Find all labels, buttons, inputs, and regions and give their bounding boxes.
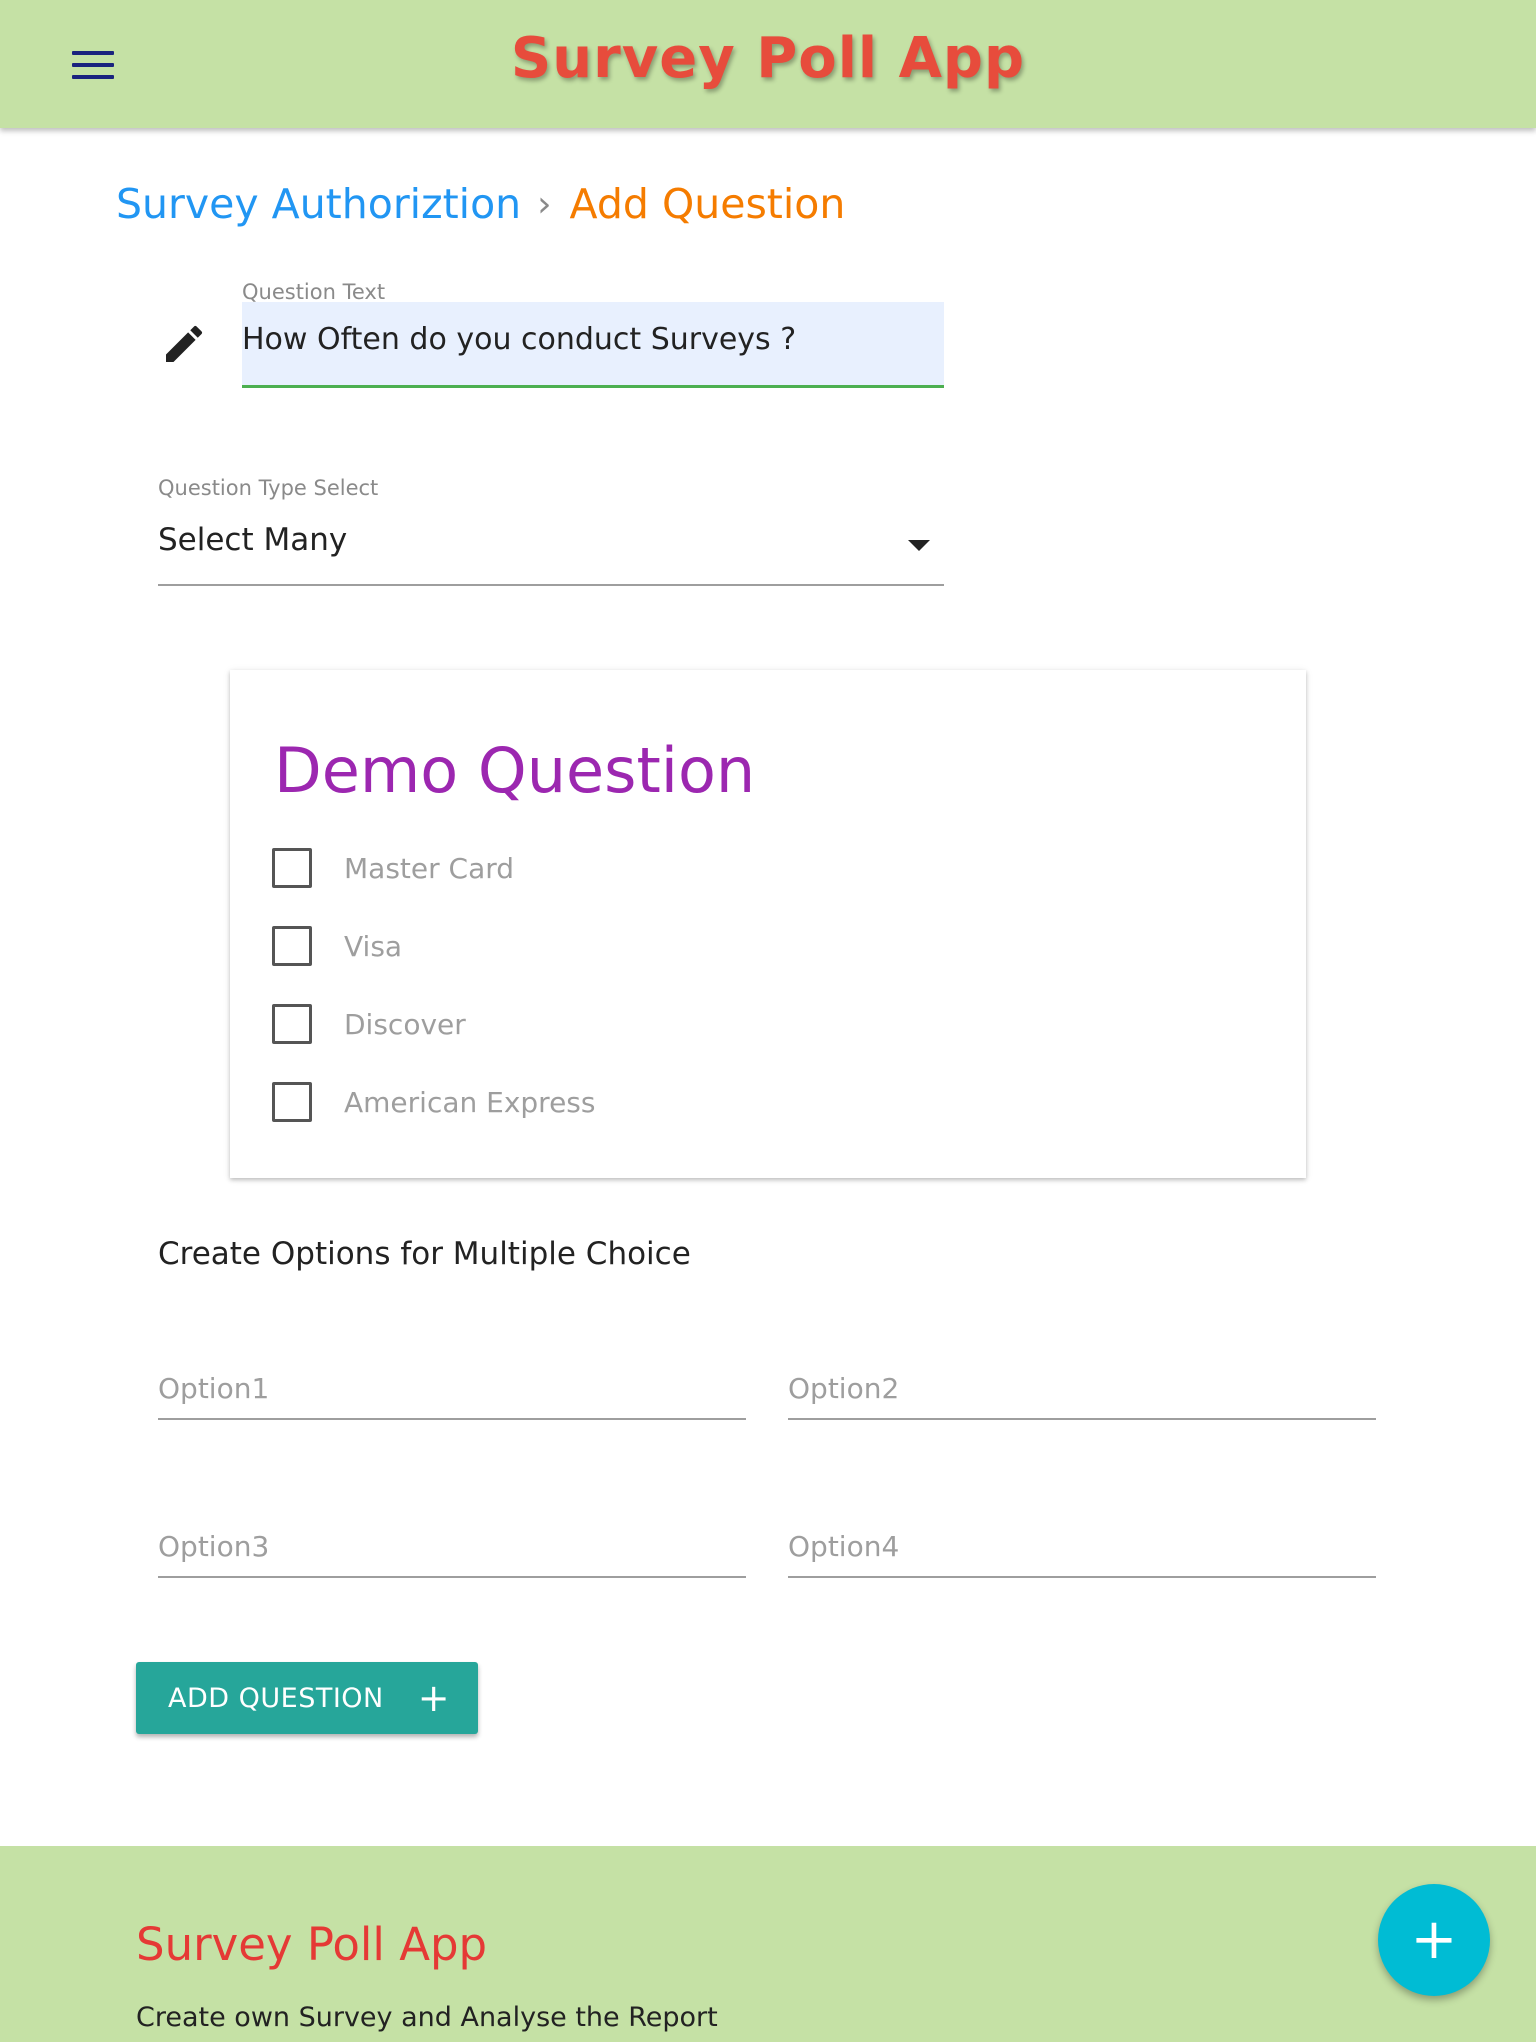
demo-option-visa[interactable]: Visa (272, 924, 402, 968)
breadcrumb-survey-authorization[interactable]: Survey Authoriztion (116, 180, 521, 228)
demo-question-card: Demo Question Master Card Visa Discover … (230, 670, 1306, 1178)
option3-input[interactable] (158, 1516, 746, 1578)
footer-title: Survey Poll App (136, 1918, 488, 1971)
question-text-label: Question Text (242, 280, 386, 304)
page: Survey Poll App Survey Authoriztion › Ad… (0, 0, 1536, 2042)
plus-icon: + (1410, 1907, 1458, 1972)
demo-option-label: Discover (344, 1007, 466, 1041)
option2-input[interactable] (788, 1358, 1376, 1420)
demo-question-title: Demo Question (274, 734, 756, 807)
caret-down-icon (908, 540, 930, 551)
demo-option-master-card[interactable]: Master Card (272, 846, 514, 890)
checkbox[interactable] (272, 926, 312, 966)
checkbox[interactable] (272, 848, 312, 888)
checkbox[interactable] (272, 1004, 312, 1044)
plus-icon: + (417, 1676, 451, 1720)
option4-input[interactable] (788, 1516, 1376, 1578)
option1-input[interactable] (158, 1358, 746, 1420)
app-header: Survey Poll App (0, 0, 1536, 128)
chevron-right-icon: › (537, 183, 552, 225)
app-footer: Survey Poll App Create own Survey and An… (0, 1846, 1536, 2042)
demo-option-label: Visa (344, 929, 403, 963)
demo-option-american-express[interactable]: American Express (272, 1080, 595, 1124)
add-question-label: ADD QUESTION (168, 1682, 384, 1714)
demo-option-label: Master Card (344, 851, 515, 885)
question-type-selected-value: Select Many (158, 522, 348, 558)
question-type-select[interactable]: Select Many (158, 512, 944, 586)
fab-add-button[interactable]: + (1378, 1884, 1490, 1996)
breadcrumb-add-question: Add Question (569, 180, 846, 228)
breadcrumb: Survey Authoriztion › Add Question (116, 176, 845, 232)
demo-option-label: American Express (344, 1085, 596, 1119)
question-text-input[interactable] (242, 302, 944, 388)
pencil-icon (166, 325, 203, 362)
demo-option-discover[interactable]: Discover (272, 1002, 466, 1046)
app-title: Survey Poll App (510, 26, 1026, 91)
footer-subtitle: Create own Survey and Analyse the Report (136, 2002, 718, 2033)
add-question-button[interactable]: ADD QUESTION + (136, 1662, 478, 1734)
question-type-label: Question Type Select (158, 476, 379, 500)
checkbox[interactable] (272, 1082, 312, 1122)
options-heading: Create Options for Multiple Choice (158, 1236, 691, 1272)
